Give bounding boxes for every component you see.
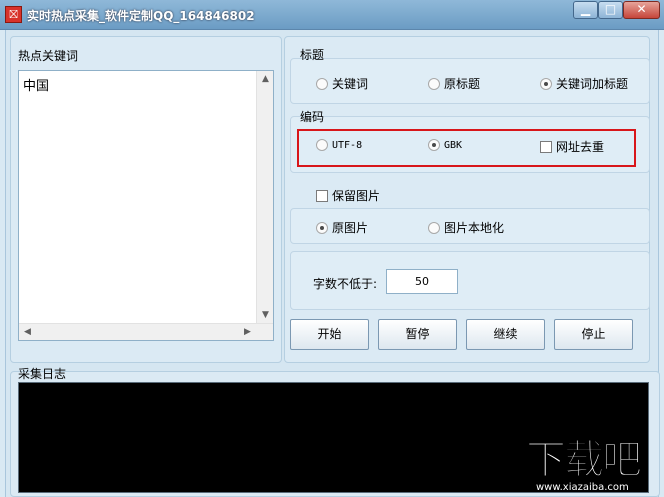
- radio-indicator[interactable]: [428, 221, 440, 234]
- checkbox-indicator[interactable]: [316, 189, 328, 202]
- minimize-button[interactable]: ▁: [573, 1, 598, 19]
- radio-keyword-plus-title[interactable]: 关键词加标题: [540, 75, 628, 92]
- radio-original-title-label: 原标题: [444, 77, 481, 91]
- radio-localize-image-label: 图片本地化: [444, 221, 505, 235]
- log-label: 采集日志: [18, 367, 67, 381]
- scroll-right-icon[interactable]: ▶: [239, 324, 256, 341]
- radio-localize-image[interactable]: 图片本地化: [428, 219, 504, 236]
- radio-keyword-label: 关键词: [332, 77, 369, 91]
- encoding-group-label: 编码: [300, 110, 325, 124]
- scroll-down-icon[interactable]: ▼: [257, 307, 274, 324]
- vertical-scrollbar[interactable]: ▲ ▼: [256, 71, 273, 324]
- scroll-up-icon[interactable]: ▲: [257, 71, 274, 88]
- window-title: 实时热点采集_软件定制QQ_164846802: [27, 9, 255, 23]
- watermark-brand: 下载吧: [526, 437, 643, 483]
- keep-images-label: 保留图片: [332, 189, 381, 203]
- brand-watermark: 下载吧 www.xiazaiba.com: [526, 438, 664, 497]
- close-button[interactable]: ✕: [623, 1, 660, 19]
- radio-keyword[interactable]: 关键词: [316, 75, 368, 92]
- min-words-input[interactable]: 50: [386, 269, 458, 294]
- title-bar[interactable]: ⛝ 实时热点采集_软件定制QQ_164846802 ▁ □ ✕: [0, 0, 664, 30]
- start-button[interactable]: 开始: [290, 319, 369, 350]
- title-group-label: 标题: [300, 48, 325, 62]
- resume-button[interactable]: 继续: [466, 319, 545, 350]
- min-words-label: 字数不低于:: [313, 277, 378, 291]
- radio-indicator-selected[interactable]: [540, 77, 552, 90]
- scroll-left-icon[interactable]: ◀: [19, 324, 36, 341]
- radio-indicator-selected[interactable]: [316, 221, 328, 234]
- radio-indicator[interactable]: [316, 77, 328, 90]
- stop-button[interactable]: 停止: [554, 319, 633, 350]
- pause-button[interactable]: 暂停: [378, 319, 457, 350]
- radio-indicator[interactable]: [428, 77, 440, 90]
- radio-keyword-plus-title-label: 关键词加标题: [556, 77, 629, 91]
- horizontal-scrollbar[interactable]: ◀ ▶: [19, 323, 273, 340]
- radio-original-image-label: 原图片: [332, 221, 369, 235]
- list-item[interactable]: 中国: [23, 75, 49, 94]
- keep-images-checkbox[interactable]: 保留图片: [316, 187, 380, 204]
- highlight-box: [297, 129, 636, 167]
- keywords-listbox[interactable]: 中国 ▲ ▼ ◀ ▶: [18, 70, 274, 341]
- app-logo-icon: ⛝: [5, 6, 22, 23]
- radio-original-image[interactable]: 原图片: [316, 219, 368, 236]
- keywords-label: 热点关键词: [18, 49, 79, 63]
- radio-original-title[interactable]: 原标题: [428, 75, 480, 92]
- maximize-button[interactable]: □: [598, 1, 623, 19]
- watermark-url: www.xiazaiba.com: [536, 482, 629, 493]
